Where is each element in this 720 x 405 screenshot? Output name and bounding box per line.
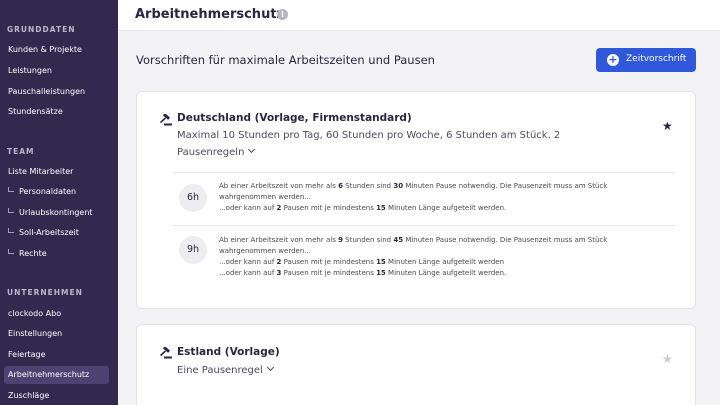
sidebar-item-soll-arbeitszeit[interactable]: Soll-Arbeitszeit [8,228,79,237]
sidebar-item-rechte[interactable]: Rechte [8,249,47,258]
card-title: Estland (Vorlage) [177,346,280,358]
sidebar-section-unternehmen: UNTERNEHMEN [7,288,83,297]
star-icon[interactable]: ★ [662,353,673,365]
pausenregeln-toggle[interactable]: Eine Pausenregel [177,363,274,376]
sidebar-item-urlaubskontingent[interactable]: Urlaubskontingent [8,208,93,217]
chevron-down-icon [266,363,274,372]
top-bar: Arbeitnehmerschutz i [118,0,720,31]
sidebar-section-grunddaten: GRUNDDATEN [7,25,76,34]
rule-text: Ab einer Arbeitszeit von mehr als 6 Stun… [219,181,659,214]
sidebar-item-label: Urlaubskontingent [19,208,93,217]
sidebar-item-pauschalleistungen[interactable]: Pauschalleistungen [8,87,85,96]
pausenregeln-label: Eine Pausenregel [177,365,263,376]
tree-branch-icon [8,187,14,192]
add-button-label: Zeitvorschrift [626,54,687,64]
gavel-icon [159,114,172,126]
main-content: Arbeitnehmerschutz i Vorschriften für ma… [118,0,720,405]
sidebar-item-personaldaten[interactable]: Personaldaten [8,187,76,196]
star-icon[interactable]: ★ [662,120,673,132]
divider [173,225,675,226]
sidebar-item-kunden-projekte[interactable]: Kunden & Projekte [8,45,82,54]
section-subtitle: Vorschriften für maximale Arbeitszeiten … [136,53,435,67]
card-title: Deutschland (Vorlage, Firmenstandard) [177,112,412,124]
sidebar: GRUNDDATEN Kunden & Projekte Leistungen … [0,0,118,405]
sidebar-item-einstellungen[interactable]: Einstellungen [8,329,62,338]
tree-branch-icon [8,208,14,213]
rule-line: ...oder kann auf 2 Pausen mit je mindest… [219,258,505,266]
rule-line: ...oder kann auf 3 Pausen mit je mindest… [219,269,507,277]
info-icon[interactable]: i [277,9,288,20]
tree-branch-icon [8,249,14,254]
rule-text: Ab einer Arbeitszeit von mehr als 9 Stun… [219,235,659,279]
sidebar-item-zuschlaege[interactable]: Zuschläge [8,391,49,400]
sidebar-item-label: Rechte [19,249,47,258]
sidebar-item-label: Soll-Arbeitszeit [19,228,79,237]
rule-line: Ab einer Arbeitszeit von mehr als 9 Stun… [219,236,608,255]
rule-line: Ab einer Arbeitszeit von mehr als 6 Stun… [219,182,608,201]
sidebar-item-label: Personaldaten [19,187,77,196]
pausenregeln-label: Pausenregeln [177,147,245,158]
sidebar-item-clockodo-abo[interactable]: clockodo Abo [8,309,61,318]
sidebar-item-liste-mitarbeiter[interactable]: Liste Mitarbeiter [8,167,73,176]
sidebar-item-arbeitnehmerschutz[interactable]: Arbeitnehmerschutz [8,370,89,379]
gavel-icon [159,347,172,359]
divider [173,172,675,173]
regulation-card-estland: Estland (Vorlage) Eine Pausenregel ★ [136,324,696,405]
plus-circle-icon: + [607,53,619,66]
page-title: Arbeitnehmerschutz [135,7,285,22]
chevron-down-icon [248,145,256,154]
regulation-card-deutschland: Deutschland (Vorlage, Firmenstandard) Ma… [136,91,696,309]
sidebar-section-team: TEAM [7,147,35,156]
add-zeitvorschrift-button[interactable]: + Zeitvorschrift [596,48,696,72]
card-description: Maximal 10 Stunden pro Tag, 60 Stunden p… [177,130,561,141]
sidebar-item-leistungen[interactable]: Leistungen [8,66,52,75]
rule-badge: 6h [179,184,207,212]
rule-line: ...oder kann auf 2 Pausen mit je mindest… [219,204,507,212]
tree-branch-icon [8,228,14,233]
rule-badge: 9h [179,236,207,264]
pausenregeln-toggle[interactable]: Pausenregeln [177,145,256,158]
sidebar-item-feiertage[interactable]: Feiertage [8,350,46,359]
sidebar-item-stundensaetze[interactable]: Stundensätze [8,107,63,116]
